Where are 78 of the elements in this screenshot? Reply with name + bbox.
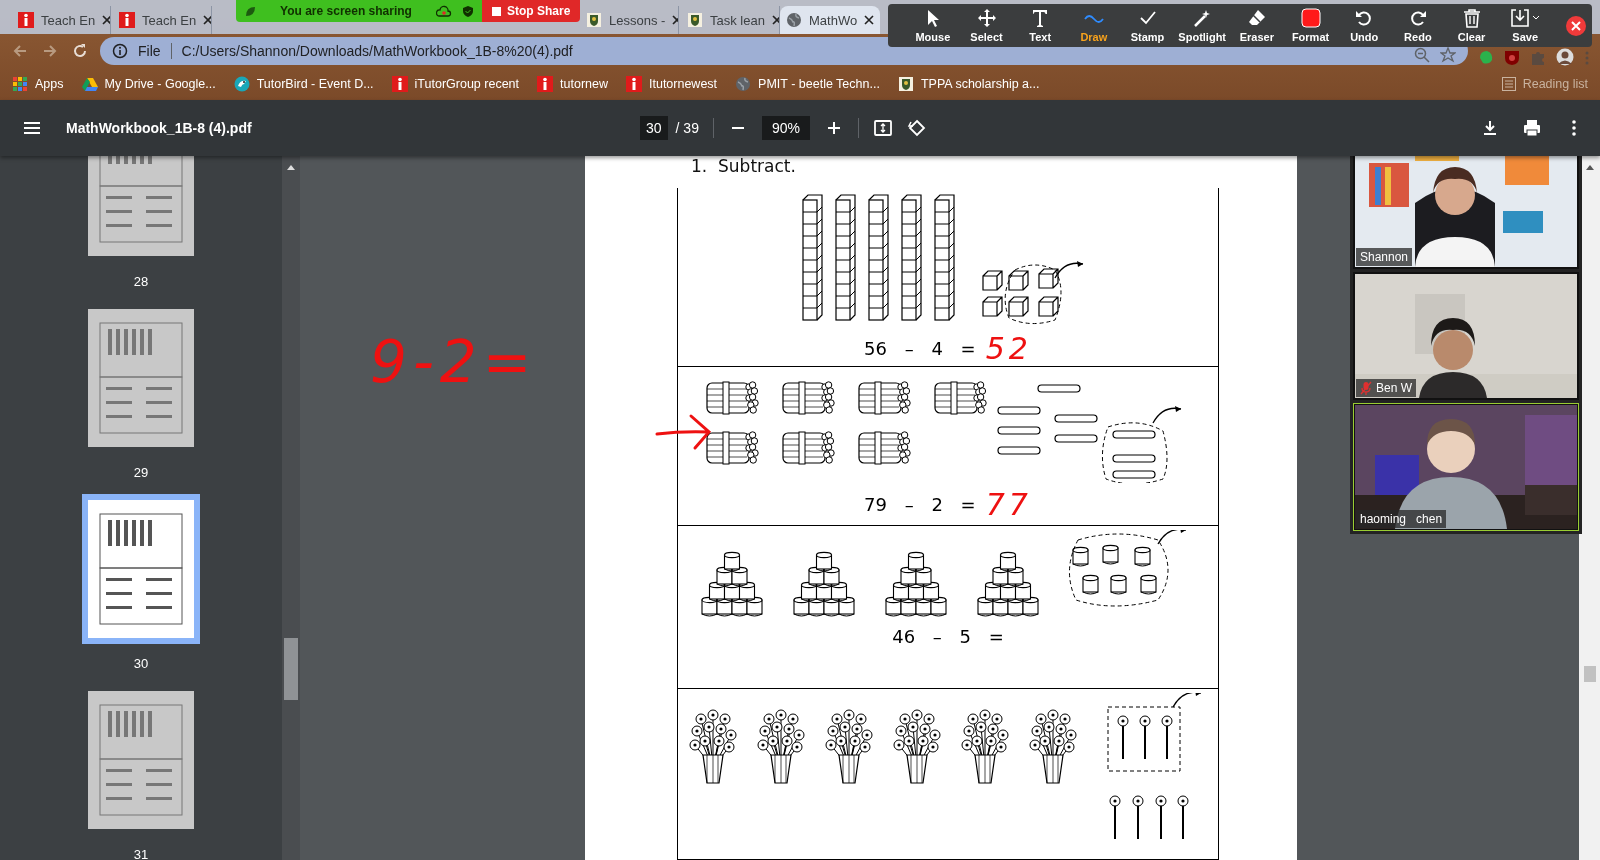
site-icon [18,12,34,28]
page-thumbnail[interactable] [88,309,194,447]
participant-name: Ben W [1376,381,1412,395]
close-icon[interactable] [203,15,211,25]
site-icon [391,76,408,92]
exercise-heading: 1. Subtract. [691,156,797,176]
rotate-icon[interactable] [906,118,927,138]
browser-tab[interactable]: Teach En [111,6,212,34]
equation: 56 – 4 = [864,338,976,359]
close-icon[interactable] [102,15,110,25]
handwritten-note: 9-2= [370,328,538,396]
bookmark[interactable]: My Drive - Google... [81,76,216,92]
page-number: 28 [133,274,149,289]
crest-icon [687,12,703,28]
globe-icon [735,76,752,92]
print-icon[interactable] [1522,118,1542,138]
page-number: 31 [133,847,149,860]
page-number: 29 [133,465,149,480]
close-icon[interactable] [1566,15,1587,36]
bookmark[interactable]: tutornew [537,76,608,92]
site-icon [626,76,642,92]
zoom-out-icon [1414,47,1430,63]
bookmark[interactable]: TPPA scholarship a... [897,76,1040,92]
crest-icon [897,76,914,92]
color-swatch-icon [1300,8,1321,28]
avatar-icon[interactable] [1556,48,1574,66]
scheme-label: File [138,43,161,59]
bookmark[interactable]: Apps [12,76,64,92]
handwritten-answer: 52 [985,331,1032,366]
equation: 46 – 5 = [892,626,1004,648]
zoom-field[interactable]: 90% [761,116,810,140]
scrollbar-thumb[interactable] [284,638,298,700]
apps-icon [12,76,28,92]
bookmark[interactable]: iTutorGroup recent [391,76,520,92]
bookmark[interactable]: Itutornewest [626,76,718,92]
list-icon [1500,76,1517,92]
caret-icon [1532,15,1541,21]
annotation-tool[interactable]: Save [1498,6,1553,45]
page-thumbnail[interactable] [88,156,194,256]
participant-name: Shannon [1360,250,1409,264]
participant-name: haoming chen [1360,512,1443,526]
reading-list-button[interactable]: Reading list [1500,76,1588,92]
page-number-field[interactable]: 30 [640,116,668,140]
fit-page-icon[interactable] [872,118,893,138]
star-icon[interactable] [1440,47,1456,63]
url-text: C:/Users/Shannon/Downloads/MathWorkbook_1B-8%20(4).pdf [181,43,574,59]
muted-mic-icon [1360,381,1372,395]
trash-icon [1461,8,1482,28]
scrollbar-thumb[interactable] [1583,666,1596,682]
move-icon [976,8,997,28]
sharing-status: You are screen sharing [279,4,413,18]
site-icon [119,12,135,28]
bird-icon [233,76,250,92]
page-number: 30 [133,656,149,671]
bookmark[interactable]: TutorBird - Event D... [233,76,374,92]
crest-icon [586,12,602,28]
stop-share-button[interactable]: Stop Share [482,0,581,22]
page-thumbnail[interactable] [88,691,194,829]
equation: 79 – 2 = [864,494,976,515]
leaf-icon [244,5,256,17]
bookmark[interactable]: PMIT - beetle Techn... [735,76,880,92]
handwritten-answer: 77 [985,487,1032,522]
cloud-icon [436,5,452,17]
page-count: / 39 [675,120,699,136]
stop-icon [492,6,501,16]
shield-icon [462,5,474,17]
page-thumbnail[interactable] [88,500,194,638]
browser-tab[interactable]: Teach En [10,6,111,34]
eraser-icon [1246,8,1267,28]
drive-icon [81,76,98,92]
document-title: MathWorkbook_1B-8 (4).pdf [66,120,253,136]
browser-tab[interactable]: MathWo [780,6,881,34]
globe-icon [786,12,802,28]
save-icon [1510,8,1531,28]
close-icon[interactable] [864,15,875,25]
close-icon[interactable] [771,15,779,25]
site-icon [537,76,554,92]
info-icon [112,43,128,59]
